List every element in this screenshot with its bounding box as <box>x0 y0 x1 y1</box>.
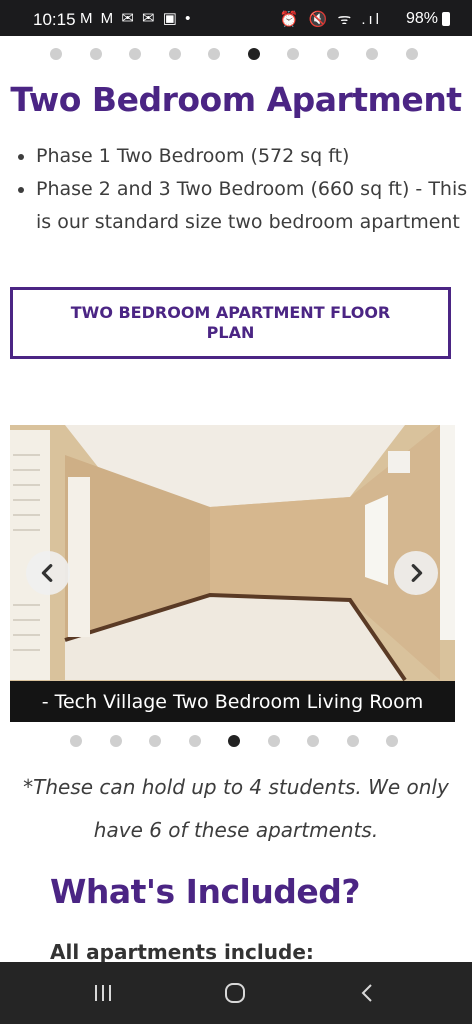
carousel-dot[interactable] <box>386 735 398 747</box>
capacity-note: *These can hold up to 4 students. We onl… <box>23 775 449 842</box>
back-icon <box>361 984 372 1002</box>
photo-carousel[interactable]: - Tech Village Two Bedroom Living Room <box>10 425 455 722</box>
carousel-dot[interactable] <box>326 48 339 60</box>
back-button[interactable] <box>353 980 383 1006</box>
recent-apps-icon <box>95 985 111 1001</box>
battery-percent: 98% <box>405 10 438 27</box>
notification-icons: M M ✉ ✉ ▣ • <box>80 10 193 27</box>
carousel-next-button[interactable] <box>394 551 438 595</box>
carousel-dot[interactable] <box>405 48 418 60</box>
recent-apps-button[interactable] <box>88 980 118 1006</box>
carousel-dot[interactable] <box>188 735 201 747</box>
carousel-dot[interactable] <box>168 48 181 60</box>
carousel-dot[interactable] <box>247 48 260 60</box>
carousel-dot[interactable] <box>129 48 141 60</box>
android-nav-bar <box>0 962 472 1024</box>
carousel-dot[interactable] <box>307 735 319 747</box>
clock: 10:15 <box>33 10 76 29</box>
section-heading-included: What's Included? <box>50 872 361 911</box>
carousel-dot[interactable] <box>228 735 240 747</box>
carousel-prev-button[interactable] <box>26 551 70 595</box>
living-room-photo <box>10 425 455 722</box>
floor-plan-button[interactable]: TWO BEDROOM APARTMENT FLOOR PLAN <box>10 287 451 359</box>
carousel-dot[interactable] <box>70 735 82 747</box>
photo-carousel-dots <box>0 735 472 749</box>
chevron-right-icon <box>411 564 423 582</box>
carousel-dot[interactable] <box>149 735 161 747</box>
page-title: Two Bedroom Apartment <box>10 80 462 119</box>
photo-caption: - Tech Village Two Bedroom Living Room <box>10 681 455 722</box>
top-carousel-dots <box>0 48 472 62</box>
feature-list: Phase 1 Two Bedroom (572 sq ft) Phase 2 … <box>16 140 472 239</box>
chevron-left-icon <box>41 564 53 582</box>
list-item: Phase 2 and 3 Two Bedroom (660 sq ft) - … <box>36 173 472 239</box>
all-apartments-include-label: All apartments include: <box>50 940 314 964</box>
list-item: Phase 1 Two Bedroom (572 sq ft) <box>36 140 472 173</box>
carousel-dot[interactable] <box>208 48 220 60</box>
battery-icon <box>442 12 450 26</box>
carousel-dot[interactable] <box>50 48 62 60</box>
carousel-dot[interactable] <box>346 735 359 747</box>
carousel-dot[interactable] <box>89 48 102 60</box>
carousel-dot[interactable] <box>109 735 122 747</box>
carousel-dot[interactable] <box>267 735 280 747</box>
carousel-dot[interactable] <box>287 48 299 60</box>
system-icons: ⏰ 🔇 ᯤ .ıl <box>279 11 382 28</box>
status-bar: 10:15 M M ✉ ✉ ▣ • ⏰ 🔇 ᯤ .ıl 98% <box>0 0 472 36</box>
home-icon <box>225 983 245 1003</box>
home-button[interactable] <box>220 980 250 1006</box>
carousel-dot[interactable] <box>366 48 378 60</box>
